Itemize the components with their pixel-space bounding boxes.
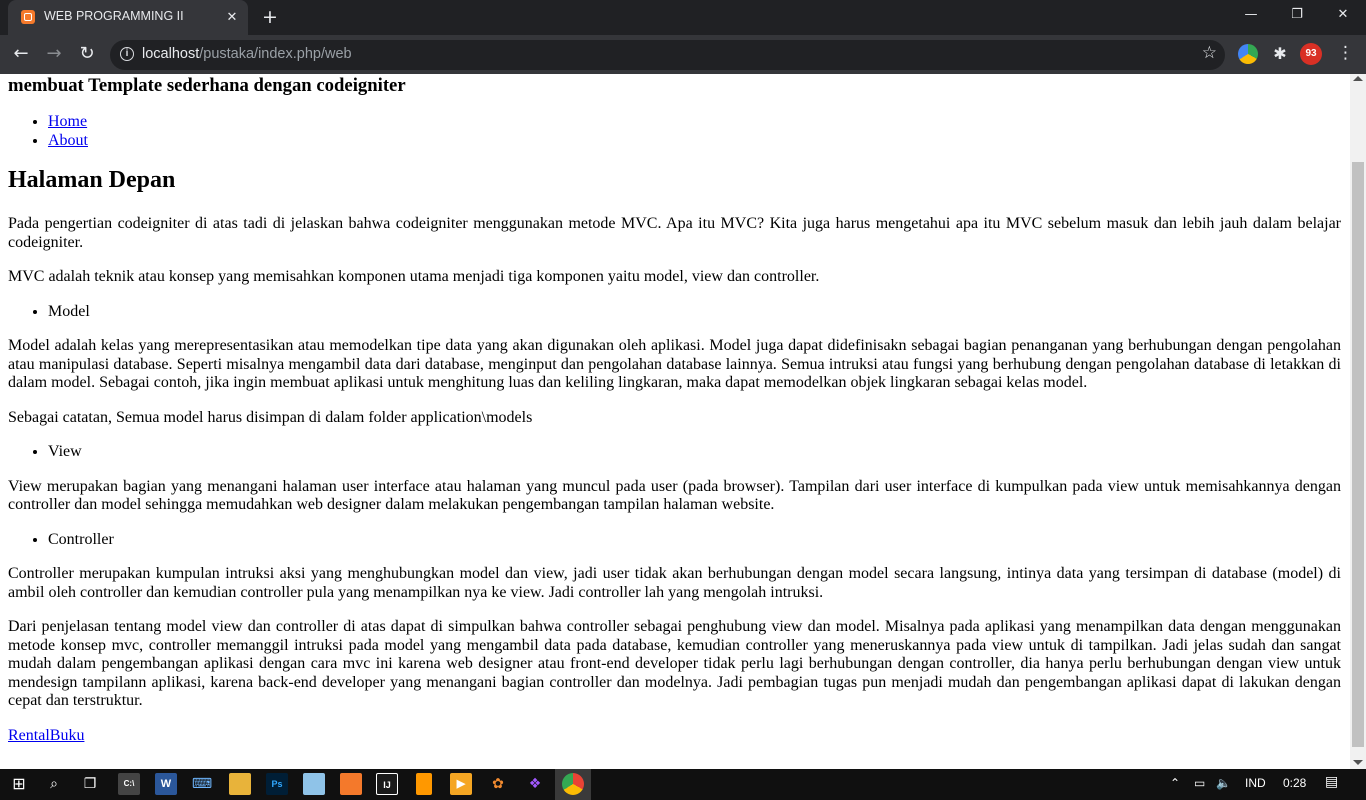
extension-colorful-icon[interactable]: [1238, 44, 1258, 64]
address-bar[interactable]: i localhost/pustaka/index.php/web ☆: [110, 40, 1225, 70]
controller-list: Controller: [8, 531, 1341, 550]
tab-title: WEB PROGRAMMING II: [44, 9, 184, 23]
sublime-icon[interactable]: [416, 773, 432, 795]
page-content: membuat Template sederhana dengan codeig…: [8, 74, 1341, 745]
list-item: Controller: [48, 531, 1341, 550]
view-list: View: [8, 443, 1341, 462]
settings-app-icon[interactable]: ✿: [487, 773, 509, 795]
browser-tab-strip: WEB PROGRAMMING II ✕ + — ❐ ✕: [0, 0, 1366, 35]
extensions-puzzle-icon[interactable]: ✱: [1270, 44, 1290, 64]
file-explorer-icon[interactable]: [229, 773, 251, 795]
browser-toolbar: ← → ↻ i localhost/pustaka/index.php/web …: [0, 35, 1366, 74]
xampp-favicon-icon: [21, 10, 35, 24]
new-tab-button[interactable]: +: [258, 6, 282, 30]
url-text[interactable]: localhost/pustaka/index.php/web: [142, 46, 352, 62]
keyboard-icon[interactable]: ⌨: [191, 773, 213, 795]
scroll-down-arrow-icon[interactable]: [1353, 760, 1363, 765]
controller-paragraph: Controller merupakan kumpulan intruksi a…: [8, 565, 1341, 601]
windows-taskbar: ⊞ ⌕ ❐ C:\ W ⌨ Ps IJ ▶ ✿ ❖ ⌃ ▭ 🔈 IND 0:28…: [0, 769, 1366, 800]
page-title: Halaman Depan: [8, 167, 176, 193]
chrome-icon[interactable]: [562, 773, 584, 795]
search-icon[interactable]: ⌕: [43, 773, 65, 795]
intellij-icon[interactable]: IJ: [376, 773, 398, 795]
reload-icon[interactable]: ↻: [74, 42, 100, 68]
model-paragraph: Model adalah kelas yang merepresentasika…: [8, 337, 1341, 391]
extension-badge-icon[interactable]: 93: [1300, 43, 1322, 65]
site-info-icon[interactable]: i: [120, 47, 134, 61]
url-path: /pustaka/index.php/web: [199, 46, 352, 62]
word-icon[interactable]: W: [155, 773, 177, 795]
clock[interactable]: 0:28: [1283, 776, 1306, 790]
conclusion-paragraph: Dari penjelasan tentang model view dan c…: [8, 618, 1341, 709]
notification-icon[interactable]: ▤: [1325, 774, 1338, 790]
list-item: Model: [48, 303, 1341, 322]
close-window-button[interactable]: ✕: [1320, 0, 1366, 32]
page-viewport: membuat Template sederhana dengan codeig…: [0, 74, 1350, 769]
intro-paragraph: Pada pengertian codeigniter di atas tadi…: [8, 215, 1341, 251]
site-heading: membuat Template sederhana dengan codeig…: [8, 75, 406, 96]
scroll-up-arrow-icon[interactable]: [1353, 76, 1363, 81]
input-language[interactable]: IND: [1245, 776, 1266, 790]
model-list: Model: [8, 303, 1341, 322]
page-scrollbar[interactable]: [1350, 74, 1366, 769]
maximize-button[interactable]: ❐: [1274, 0, 1320, 32]
browser-tab[interactable]: WEB PROGRAMMING II ✕: [8, 0, 248, 35]
calculator-icon[interactable]: C:\: [118, 773, 140, 795]
scroll-thumb[interactable]: [1352, 162, 1364, 747]
nav-item: Home: [48, 113, 1341, 132]
xampp-icon[interactable]: [340, 773, 362, 795]
view-paragraph: View merupakan bagian yang menangani hal…: [8, 477, 1341, 514]
browser-menu-icon[interactable]: ⋮: [1337, 43, 1354, 63]
tray-chevron-icon[interactable]: ⌃: [1170, 776, 1180, 790]
footer-link[interactable]: RentalBuku: [8, 727, 84, 744]
url-host: localhost: [142, 46, 200, 62]
media-player-icon[interactable]: ▶: [450, 773, 472, 795]
battery-icon[interactable]: ▭: [1194, 776, 1205, 790]
nav-menu: Home About: [8, 113, 1341, 150]
tab-close-icon[interactable]: ✕: [222, 8, 242, 28]
volume-icon[interactable]: 🔈: [1216, 776, 1231, 790]
model-note-paragraph: Sebagai catatan, Semua model harus disim…: [8, 408, 533, 426]
task-view-icon[interactable]: ❐: [79, 773, 101, 795]
back-arrow-icon[interactable]: ←: [8, 42, 34, 68]
nav-item: About: [48, 132, 1341, 151]
nav-link-about[interactable]: About: [48, 132, 88, 149]
photoshop-icon[interactable]: Ps: [266, 773, 288, 795]
nav-link-home[interactable]: Home: [48, 113, 87, 130]
windows-start-icon[interactable]: ⊞: [8, 773, 30, 795]
bookmark-star-icon[interactable]: ☆: [1202, 43, 1217, 63]
mvc-definition-paragraph: MVC adalah teknik atau konsep yang memis…: [8, 268, 820, 285]
minimize-button[interactable]: —: [1228, 0, 1274, 32]
list-item: View: [48, 443, 1341, 462]
figma-icon[interactable]: ❖: [524, 773, 546, 795]
notepad-icon[interactable]: [303, 773, 325, 795]
forward-arrow-icon[interactable]: →: [41, 42, 67, 68]
